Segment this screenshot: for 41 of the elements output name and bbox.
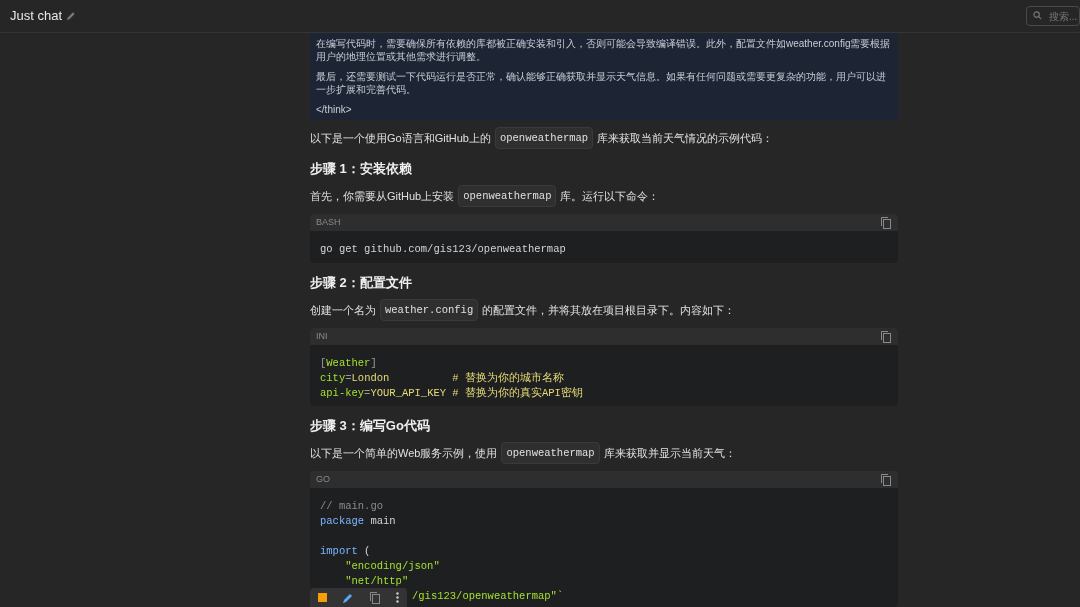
copy-icon[interactable] — [880, 330, 892, 344]
paragraph-text: 以下是一个使用Go语言和GitHub上的 — [310, 131, 491, 146]
paragraph-text: 创建一个名为 — [310, 303, 376, 319]
paragraph-text: 库来获取并显示当前天气： — [603, 446, 736, 462]
think-paragraph: 最后，还需要测试一下代码运行是否正常，确认能够正确获取并显示天气信息。如果有任何问题或需要更复杂的功能，用户可以进一步扩展和完善代码。 — [316, 70, 887, 96]
language-label: INI — [316, 329, 328, 343]
search-field[interactable]: 搜索... — [1026, 6, 1080, 26]
chat-title: Just chat — [10, 7, 63, 26]
think-end-tag: </think> — [316, 103, 892, 116]
paragraph-text: 首先，你需要从GitHub上安装 — [310, 189, 455, 204]
step-heading: 步骤 1：安装依赖 — [310, 160, 413, 178]
code-line: "net/http" — [344, 574, 409, 590]
code-line: [Weather] — [320, 356, 377, 372]
pencil-icon[interactable] — [66, 11, 77, 21]
step-heading: 步骤 3：编写Go代码 — [310, 417, 431, 436]
inline-code: openweathermap — [458, 185, 557, 207]
search-icon — [1033, 11, 1042, 20]
code-line: // main.go — [320, 499, 383, 515]
code-line: go get github.com/gis123/openweathermap — [320, 242, 566, 257]
step-heading: 步骤 2：配置文件 — [310, 274, 413, 293]
code-line: api-key=YOUR_API_KEY # 替换为你的真实API密钥 — [320, 386, 583, 402]
inline-code: openweathermap — [501, 442, 600, 465]
language-label: GO — [316, 472, 330, 486]
paragraph-text: 库。运行以下命令： — [560, 189, 660, 204]
language-label: BASH — [316, 215, 341, 229]
copy-icon[interactable] — [880, 473, 892, 487]
paragraph-text: 库来获取当前天气情况的示例代码： — [597, 131, 774, 146]
code-line: "encoding/json" — [344, 559, 440, 575]
code-line: /gis123/openweathermap"` — [412, 589, 564, 605]
code-line: package main — [320, 514, 396, 530]
copy-icon[interactable] — [369, 591, 381, 604]
more-icon[interactable] — [396, 592, 399, 603]
code-line: city=London # 替换为你的城市名称 — [320, 371, 564, 387]
think-paragraph: 在编写代码时，需要确保所有依赖的库都被正确安装和引入，否则可能会导致编译错误。此外，配置文件如weather.config需要根据用户的地理位置或其他需求进行调整。 — [316, 37, 892, 63]
inline-code: weather.config — [380, 299, 479, 322]
paragraph-text: 的配置文件，并将其放在项目根目录下。内容如下： — [482, 303, 736, 319]
paragraph-text: 以下是一个简单的Web服务示例，使用 — [310, 446, 498, 462]
inline-code: openweathermap — [494, 127, 594, 149]
pencil-icon[interactable] — [342, 591, 354, 604]
copy-icon[interactable] — [880, 216, 892, 229]
code-line: import ( — [320, 544, 371, 560]
